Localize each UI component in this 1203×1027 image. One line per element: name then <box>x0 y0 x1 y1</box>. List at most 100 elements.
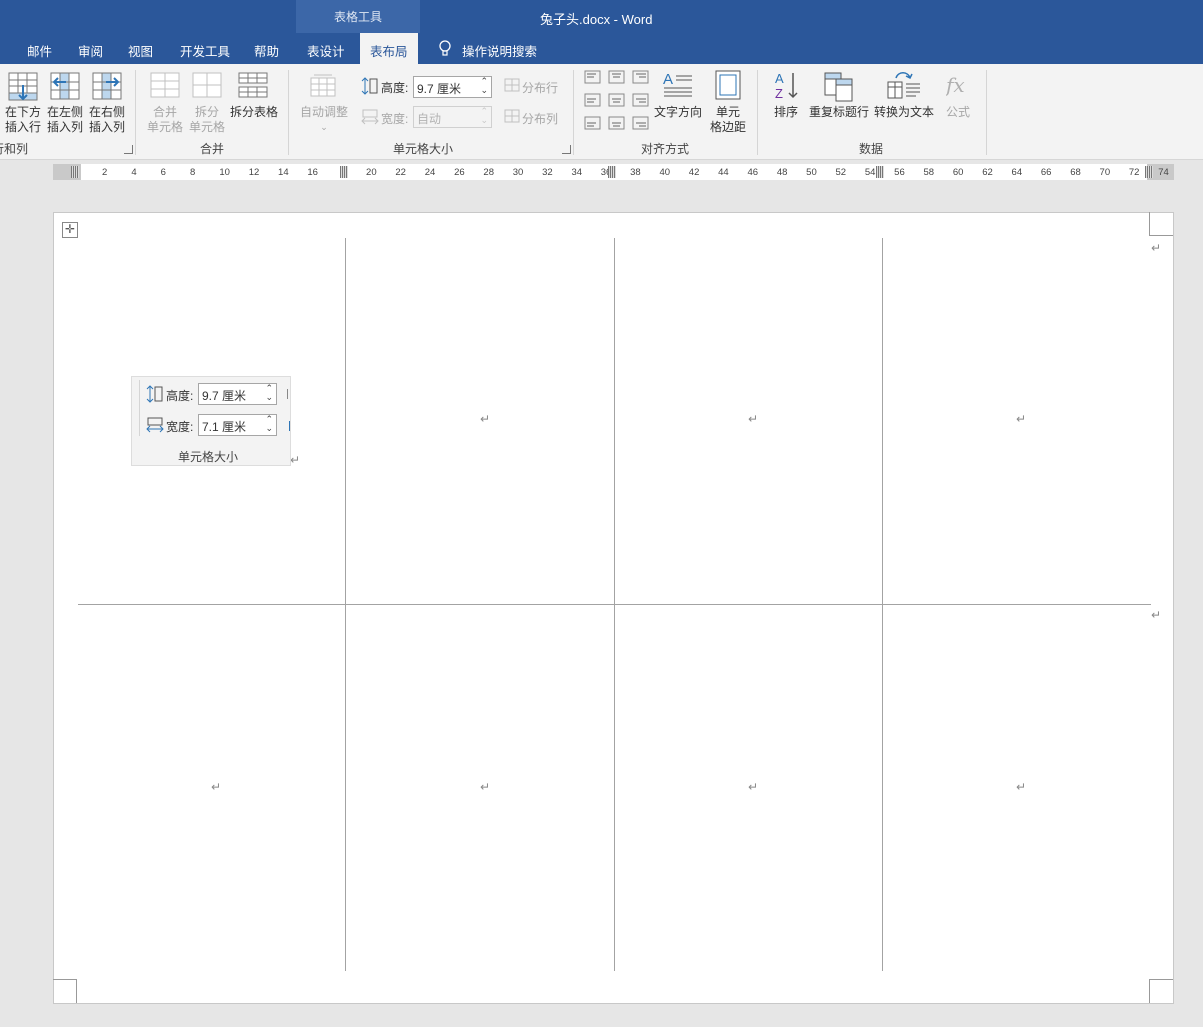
row-height-icon <box>146 385 163 403</box>
ruler-number: 10 <box>219 167 230 178</box>
mini-panel-group-label: 单元格大小 <box>177 450 238 464</box>
autofit-button[interactable]: 自动调整 ⌄ <box>296 105 352 135</box>
mini-height-value: 9.7 厘米 <box>202 389 247 403</box>
ruler-number: 38 <box>630 167 641 178</box>
spinner-arrows-icon[interactable]: ⌃ ⌄ <box>265 415 273 433</box>
mini-width-spinner[interactable]: 7.1 厘米 ⌃ ⌄ <box>198 414 277 436</box>
spinner-arrows-icon[interactable]: ⌃ ⌄ <box>480 77 488 95</box>
distribute-columns-button[interactable]: 分布列 <box>522 110 558 127</box>
ruler-column-marker[interactable] <box>1145 166 1153 178</box>
spinner-arrows-icon[interactable]: ⌃ ⌄ <box>265 384 273 402</box>
cell-paragraph-mark[interactable]: ↵ <box>480 780 490 794</box>
ruler-number: 52 <box>835 167 847 178</box>
group-separator <box>986 70 987 155</box>
distribute-columns-icon <box>289 421 292 431</box>
cell-paragraph-mark[interactable]: ↵ <box>748 780 758 794</box>
split-table-button[interactable]: 拆分表格 <box>228 105 280 120</box>
ruler-column-marker[interactable] <box>71 166 79 178</box>
ruler-number: 44 <box>718 167 729 178</box>
cell-size-launcher-icon[interactable] <box>562 145 571 154</box>
ruler-number: 60 <box>952 167 964 178</box>
ruler-number: 14 <box>278 167 289 178</box>
tab-developer[interactable]: 开发工具 <box>180 41 230 60</box>
cell-paragraph-mark[interactable]: ↵ <box>1016 412 1026 426</box>
mini-width-value: 7.1 厘米 <box>202 420 247 434</box>
merge-cells-icon <box>150 72 180 98</box>
split-table-icon <box>238 72 268 98</box>
tell-me-search[interactable]: 操作说明搜索 <box>462 41 537 60</box>
alignment-grid-icon[interactable] <box>584 70 650 132</box>
lightbulb-icon[interactable] <box>438 40 452 57</box>
ruler-number: 70 <box>1099 167 1111 178</box>
convert-to-text-button[interactable]: 转换为文本 <box>872 105 936 120</box>
repeat-header-rows-button[interactable]: 重复标题行 <box>806 105 872 120</box>
ruler-number: 16 <box>307 167 318 178</box>
ruler-number: 62 <box>982 167 993 178</box>
ruler-number: 72 <box>1128 167 1140 178</box>
column-width-icon <box>146 417 164 433</box>
tab-review[interactable]: 审阅 <box>78 41 103 60</box>
distribute-columns-icon <box>504 109 520 123</box>
row-end-mark: ↵ <box>1151 608 1162 622</box>
crop-mark <box>1149 212 1173 236</box>
ruler-number: 34 <box>571 167 583 178</box>
insert-row-below-button[interactable]: 在下方 插入行 <box>3 105 43 135</box>
formula-button[interactable]: 公式 <box>940 105 976 120</box>
distribute-rows-button[interactable]: 分布行 <box>522 79 558 96</box>
ruler-number: 26 <box>454 167 465 178</box>
insert-column-right-button[interactable]: 在右侧 插入列 <box>87 105 127 135</box>
width-value: 自动 <box>417 112 442 126</box>
rows-columns-launcher-icon[interactable] <box>124 145 133 154</box>
spinner-arrows-icon[interactable]: ⌃ ⌄ <box>480 107 488 125</box>
insert-column-left-button[interactable]: 在左侧 插入列 <box>45 105 85 135</box>
split-cells-button[interactable]: 拆分 单元格 <box>186 105 228 135</box>
group-separator <box>135 70 136 155</box>
cell-margins-label-1: 单元 <box>715 105 740 119</box>
tab-table-layout[interactable]: 表布局 <box>370 41 408 60</box>
insert-row-below-label-1: 在下方 <box>4 105 41 119</box>
ruler-number: 50 <box>806 167 817 178</box>
ruler-number: 66 <box>1040 167 1052 178</box>
table-row-border[interactable] <box>78 604 1151 605</box>
ruler-column-marker[interactable] <box>340 166 348 178</box>
cell-paragraph-mark[interactable]: ↵ <box>1016 780 1026 794</box>
merge-cells-button[interactable]: 合并 单元格 <box>144 105 186 135</box>
svg-text:A: A <box>663 71 673 88</box>
tab-help[interactable]: 帮助 <box>254 41 279 60</box>
height-label: 高度: <box>381 81 409 95</box>
cell-paragraph-mark[interactable]: ↵ <box>748 412 758 426</box>
tab-mailings[interactable]: 邮件 <box>27 41 52 60</box>
insert-row-below-label-2: 插入行 <box>4 120 41 134</box>
ruler-number: 46 <box>747 167 759 178</box>
height-spinner[interactable]: 9.7 厘米 ⌃ ⌄ <box>413 76 492 98</box>
table-move-handle-icon[interactable]: ✛ <box>62 222 78 238</box>
split-cells-icon <box>192 72 222 98</box>
chevron-down-icon: ⌄ <box>320 122 328 132</box>
ruler-column-marker[interactable] <box>608 166 616 178</box>
cell-paragraph-mark[interactable]: ↵ <box>211 780 221 794</box>
ruler-column-marker[interactable] <box>876 166 884 178</box>
svg-text:Z: Z <box>775 86 783 101</box>
text-direction-button[interactable]: 文字方向 <box>652 105 704 120</box>
ruler-number: 40 <box>659 167 671 178</box>
distribute-rows-icon <box>287 389 290 399</box>
ruler-number: 58 <box>923 167 935 178</box>
group-separator <box>757 70 758 155</box>
ruler-number: 56 <box>894 167 905 178</box>
group-separator <box>573 70 574 155</box>
row-end-mark: ↵ <box>1151 241 1162 255</box>
ruler-number: 30 <box>512 167 524 178</box>
cell-paragraph-mark[interactable]: ↵ <box>290 453 300 467</box>
cell-margins-button[interactable]: 单元 格边距 <box>706 105 750 135</box>
sort-button[interactable]: 排序 <box>770 105 802 120</box>
cell-paragraph-mark[interactable]: ↵ <box>480 412 490 426</box>
alignment-group-label: 对齐方式 <box>640 142 689 156</box>
tab-table-design[interactable]: 表设计 <box>307 41 345 60</box>
tab-view[interactable]: 视图 <box>128 41 153 60</box>
mini-height-spinner[interactable]: 9.7 厘米 ⌃ ⌄ <box>198 383 277 405</box>
autofit-label: 自动调整 <box>299 105 348 119</box>
width-spinner[interactable]: 自动 ⌃ ⌄ <box>413 106 492 128</box>
cell-margins-icon <box>715 70 741 100</box>
split-cells-label-1: 拆分 <box>194 105 219 119</box>
table-tools-label: 表格工具 <box>333 10 382 24</box>
